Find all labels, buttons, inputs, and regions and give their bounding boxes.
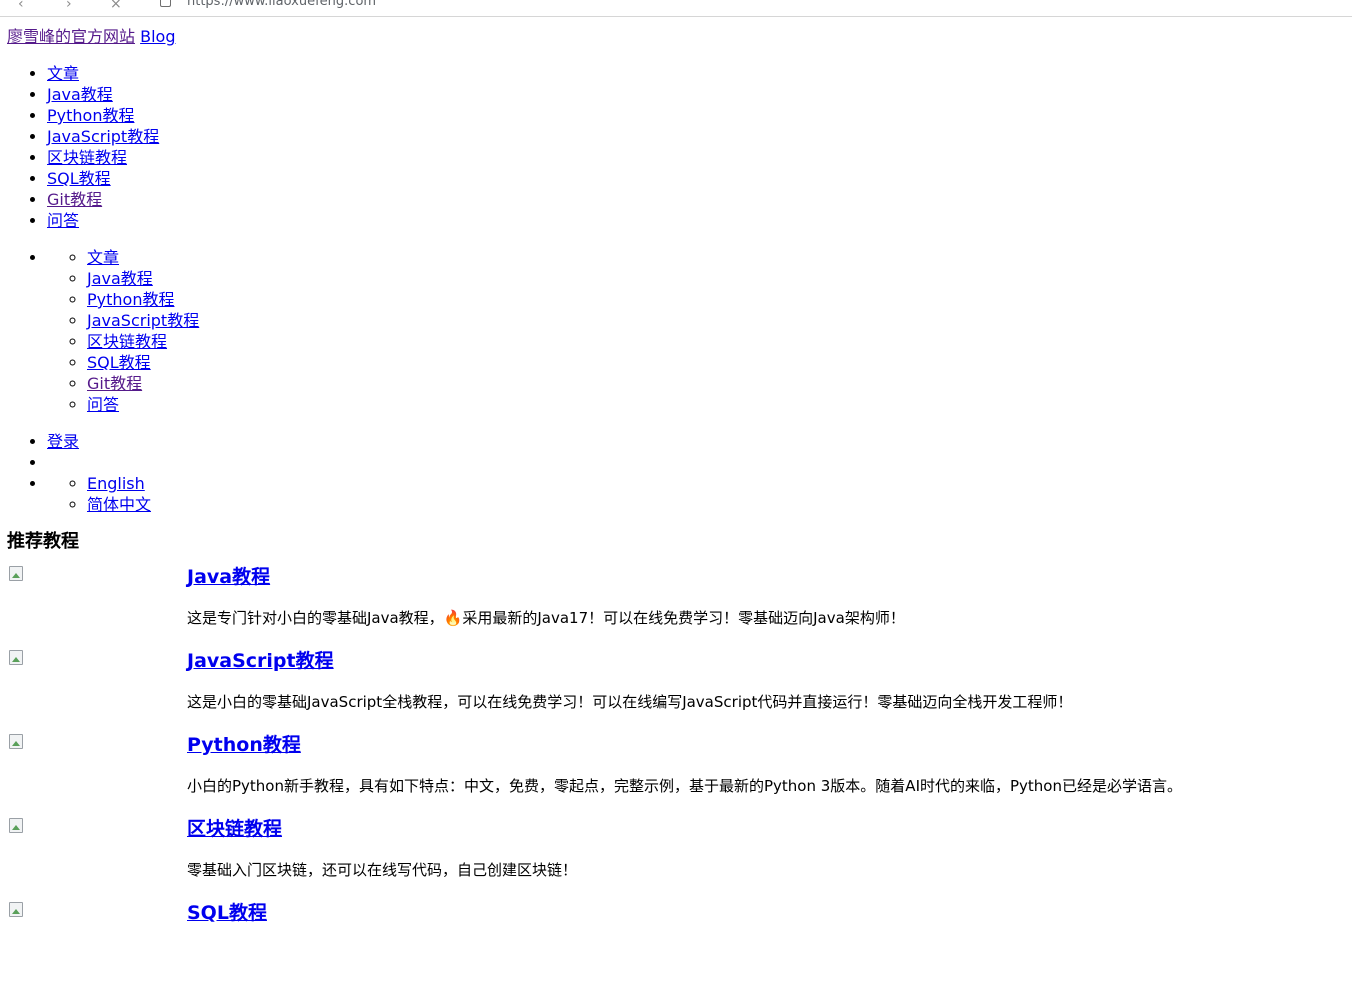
login-item: 登录 [47, 431, 1347, 452]
course-item: Java教程 这是专门针对小白的零基础Java教程，🔥采用最新的Java17！可… [7, 565, 1347, 649]
nav-link-git[interactable]: Git教程 [47, 190, 102, 209]
course-link-javascript[interactable]: JavaScript教程 [187, 650, 334, 672]
forward-icon[interactable]: › [66, 0, 72, 15]
broken-image-icon[interactable] [7, 817, 23, 833]
blog-link[interactable]: Blog [140, 27, 175, 46]
language-item: English [87, 473, 1347, 494]
course-title: Java教程 [187, 565, 270, 589]
mobile-nav-list: 文章 Java教程 Python教程 JavaScript教程 区块链教程 SQ… [47, 247, 1347, 415]
nav-item: Git教程 [87, 373, 1347, 394]
broken-image-icon[interactable] [7, 565, 23, 581]
main-nav: 文章 Java教程 Python教程 JavaScript教程 区块链教程 SQ… [7, 63, 1347, 231]
recommended-heading: 推荐教程 [7, 531, 79, 552]
language-list: English 简体中文 [47, 473, 1347, 515]
course-title: 区块链教程 [187, 817, 282, 841]
mobile-nav-link-java[interactable]: Java教程 [87, 269, 153, 288]
nav-item: JavaScript教程 [47, 126, 1347, 147]
nav-item: JavaScript教程 [87, 310, 1347, 331]
course-item: 区块链教程 零基础入门区块链，还可以在线写代码，自己创建区块链！ [7, 817, 1347, 901]
page-icon [160, 0, 171, 7]
course-description: 零基础入门区块链，还可以在线写代码，自己创建区块链！ [187, 861, 578, 879]
login-link[interactable]: 登录 [47, 432, 79, 451]
course-item: SQL教程 [7, 901, 1347, 985]
nav-link-javascript[interactable]: JavaScript教程 [47, 127, 159, 146]
language-english-link[interactable]: English [87, 474, 145, 493]
mobile-nav-link-git[interactable]: Git教程 [87, 374, 142, 393]
course-title: Python教程 [187, 733, 301, 757]
course-description: 这是小白的零基础JavaScript全栈教程，可以在线免费学习！可以在线编写Ja… [187, 693, 1073, 711]
page-content: 廖雪峰的官方网站 Blog 文章 Java教程 Python教程 JavaScr… [7, 26, 1347, 985]
course-title: SQL教程 [187, 901, 267, 925]
broken-image-icon[interactable] [7, 649, 23, 665]
nav-item: SQL教程 [87, 352, 1347, 373]
course-description: 小白的Python新手教程，具有如下特点：中文，免费，零起点，完整示例，基于最新… [187, 777, 1182, 795]
nav-item: 文章 [87, 247, 1347, 268]
nav-item: 问答 [87, 394, 1347, 415]
language-menu: English 简体中文 [47, 473, 1347, 515]
mobile-nav-link-sql[interactable]: SQL教程 [87, 353, 151, 372]
close-icon[interactable]: × [110, 0, 122, 15]
mobile-nav-link-articles[interactable]: 文章 [87, 248, 119, 267]
nav-link-python[interactable]: Python教程 [47, 106, 134, 125]
course-link-python[interactable]: Python教程 [187, 734, 301, 756]
course-item: Python教程 小白的Python新手教程，具有如下特点：中文，免费，零起点，… [7, 733, 1347, 817]
mobile-nav-link-qa[interactable]: 问答 [87, 395, 119, 414]
course-item: JavaScript教程 这是小白的零基础JavaScript全栈教程，可以在线… [7, 649, 1347, 733]
browser-toolbar: ‹ › × https://www.liaoxuefeng.com [0, 0, 1352, 17]
nav-item: 问答 [47, 210, 1347, 231]
mobile-nav: 文章 Java教程 Python教程 JavaScript教程 区块链教程 SQ… [7, 247, 1347, 415]
nav-item: Git教程 [47, 189, 1347, 210]
nav-item: Java教程 [47, 84, 1347, 105]
nav-item: 区块链教程 [47, 147, 1347, 168]
nav-item: Java教程 [87, 268, 1347, 289]
nav-item: SQL教程 [47, 168, 1347, 189]
course-title: JavaScript教程 [187, 649, 334, 673]
address-bar[interactable]: https://www.liaoxuefeng.com [187, 0, 376, 12]
back-icon[interactable]: ‹ [18, 0, 24, 15]
mobile-nav-link-blockchain[interactable]: 区块链教程 [87, 332, 167, 351]
nav-link-sql[interactable]: SQL教程 [47, 169, 111, 188]
mobile-nav-link-python[interactable]: Python教程 [87, 290, 174, 309]
course-description: 这是专门针对小白的零基础Java教程，🔥采用最新的Java17！可以在线免费学习… [187, 609, 905, 627]
broken-image-icon[interactable] [7, 733, 23, 749]
course-list: Java教程 这是专门针对小白的零基础Java教程，🔥采用最新的Java17！可… [7, 565, 1347, 985]
language-chinese-link[interactable]: 简体中文 [87, 495, 151, 514]
nav-item: 文章 [47, 63, 1347, 84]
language-item: 简体中文 [87, 494, 1347, 515]
user-menu: 登录 English 简体中文 [7, 431, 1347, 515]
empty-item [47, 452, 1347, 473]
course-link-sql[interactable]: SQL教程 [187, 902, 267, 924]
course-link-blockchain[interactable]: 区块链教程 [187, 818, 282, 840]
nav-item: Python教程 [47, 105, 1347, 126]
nav-link-articles[interactable]: 文章 [47, 64, 79, 83]
broken-image-icon[interactable] [7, 901, 23, 917]
site-home-link[interactable]: 廖雪峰的官方网站 [7, 27, 135, 46]
site-header: 廖雪峰的官方网站 Blog [7, 26, 1347, 47]
nav-item: 区块链教程 [87, 331, 1347, 352]
mobile-nav-link-javascript[interactable]: JavaScript教程 [87, 311, 199, 330]
nav-item: Python教程 [87, 289, 1347, 310]
nav-link-blockchain[interactable]: 区块链教程 [47, 148, 127, 167]
nav-link-qa[interactable]: 问答 [47, 211, 79, 230]
mobile-nav-toggle: 文章 Java教程 Python教程 JavaScript教程 区块链教程 SQ… [47, 247, 1347, 415]
course-link-java[interactable]: Java教程 [187, 566, 270, 588]
nav-link-java[interactable]: Java教程 [47, 85, 113, 104]
